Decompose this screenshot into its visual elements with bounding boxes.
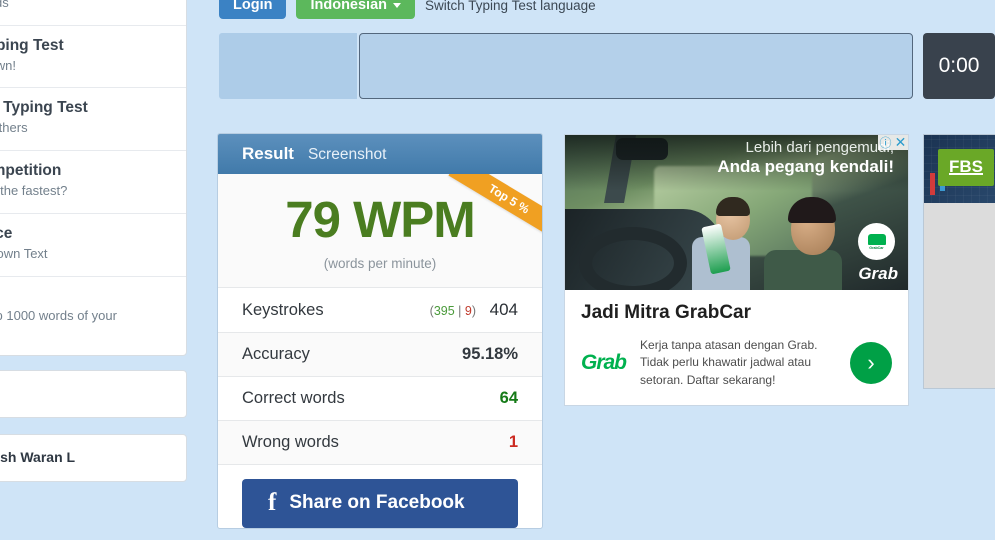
sidebar-item-subtitle: Create your own! [0, 57, 16, 73]
language-label: Indonesian [310, 0, 388, 13]
sidebar-user-card[interactable]: Bhuvanesh Waran L [0, 434, 187, 483]
sidebar-item-subtitle: Unlock the Top 1000 words of your langua… [0, 308, 117, 324]
ad-headline-2: Anda pegang kendali! [717, 157, 894, 176]
adchoices-info-icon[interactable]: ⓘ [878, 135, 893, 150]
ad-cta-arrow-button[interactable]: › [850, 342, 892, 385]
chevron-down-icon [393, 2, 402, 8]
sidebar-item-title: Multiplayer Typing Test [0, 99, 88, 117]
table-row: Wrong words 1 [218, 420, 542, 464]
ad-description: Kerja tanpa atasan dengan Grab. Tidak pe… [640, 338, 818, 387]
wpm-caption: (words per minute) [323, 256, 437, 271]
grab-watermark: Grab [858, 264, 898, 283]
keystrokes-correct: 395 [433, 304, 455, 318]
wpm-block: Top 5 % 79 WPM (words per minute) [218, 174, 542, 287]
sidebar-item-custom-typing-test[interactable]: Custom Typing Test Create your own! [0, 26, 186, 89]
sidebar-login-card[interactable]: Login [0, 370, 187, 419]
table-row: Accuracy 95.18% [218, 332, 542, 376]
login-button[interactable]: Login [219, 0, 287, 20]
result-tabs: Result Screenshot [218, 134, 542, 174]
sidebar-user-name: Bhuvanesh Waran L [0, 448, 76, 465]
sidebar-item-subtitle: Practice your own Text [0, 245, 48, 261]
sidebar-item-subtitle: Top 1000 words [0, 0, 9, 10]
row-value-group: (395 | 9) 404 [430, 300, 518, 320]
language-dropdown-button[interactable]: Indonesian [296, 0, 416, 20]
sidebar-item-title: Typing Competition [0, 162, 62, 180]
timer-display: 0:00 [923, 33, 995, 99]
share-on-facebook-button[interactable]: f Share on Facebook [242, 479, 518, 528]
ad-controls: ⓘ ✕ [878, 135, 908, 150]
correct-words-value: 64 [499, 389, 518, 407]
ad-body: Jadi Mitra GrabCar Grab Kerja tanpa atas… [565, 290, 908, 405]
advertisement-fbs[interactable]: FBS [923, 134, 995, 389]
facebook-icon: f [268, 489, 277, 516]
grabcar-badge-label: GrabCar [869, 245, 884, 250]
car-icon [867, 233, 886, 245]
ad-content-row: Grab Kerja tanpa atasan dengan Grab. Tid… [581, 337, 892, 389]
ad-headline-1: Lebih dari pengemudi, [745, 139, 894, 156]
ad-steering-wheel [578, 227, 687, 290]
fbs-banner-image: FBS [924, 135, 995, 203]
fbs-banner-body [924, 203, 995, 388]
sidebar-item-title: Top 1000 [0, 288, 172, 306]
typing-text-pane [219, 33, 357, 99]
row-label: Accuracy [242, 345, 310, 363]
typing-input[interactable] [359, 33, 913, 99]
sidebar-item-top-1000[interactable]: Top 1000 Unlock the Top 1000 words of yo… [0, 277, 186, 356]
keystrokes-wrong: 9 [464, 304, 472, 318]
keystrokes-total: 404 [489, 300, 518, 319]
result-panel: Result Screenshot Top 5 % 79 WPM (words … [217, 133, 543, 529]
sidebar-item-title: Text Practice [0, 224, 13, 242]
sidebar: Top 1000 Typing Test (partial) Top 1000 … [0, 0, 187, 483]
table-row: Keystrokes (395 | 9) 404 [218, 287, 542, 332]
sidebar-item-top-1000-typing-test[interactable]: Top 1000 Typing Test (partial) Top 1000 … [0, 0, 186, 26]
accuracy-value: 95.18% [462, 345, 518, 363]
sidebar-item-typing-competition[interactable]: Typing Competition Who can type the fast… [0, 151, 186, 214]
advertisement-grabcar[interactable]: Lebih dari pengemudi, Anda pegang kendal… [564, 134, 909, 407]
sidebar-item-subtitle: Play against others [0, 120, 28, 136]
keystrokes-detail: (395 | 9) [429, 304, 477, 318]
row-label: Correct words [242, 389, 345, 407]
table-row: Correct words 64 [218, 376, 542, 420]
sidebar-nav-card: Top 1000 Typing Test (partial) Top 1000 … [0, 0, 187, 357]
keystrokes-separator: | [458, 304, 462, 318]
ad-driver-body [763, 249, 842, 290]
typing-area: 0:00 [219, 33, 995, 99]
sidebar-item-title: Custom Typing Test [0, 36, 64, 54]
sidebar-item-multiplayer-typing-test[interactable]: Multiplayer Typing Test Play against oth… [0, 88, 186, 152]
row-label: Wrong words [242, 433, 339, 451]
close-icon[interactable]: ✕ [893, 135, 908, 150]
share-label: Share on Facebook [289, 492, 465, 514]
switch-language-note: Switch Typing Test language [425, 0, 596, 13]
chart-bar [930, 173, 935, 195]
tab-screenshot[interactable]: Screenshot [308, 146, 386, 164]
share-section: f Share on Facebook [218, 464, 542, 528]
grab-logo: Grab [581, 351, 627, 375]
sidebar-item-text-practice[interactable]: Text Practice Practice your own Text [0, 214, 186, 277]
fbs-logo-text: FBS [949, 157, 983, 176]
row-label: Keystrokes [242, 300, 324, 319]
fbs-logo: FBS [938, 149, 994, 186]
wrong-words-value: 1 [508, 433, 518, 451]
grabcar-badge: GrabCar [858, 223, 895, 260]
topbar: Login Indonesian Switch Typing Test lang… [219, 0, 596, 22]
ad-image: Lebih dari pengemudi, Anda pegang kendal… [565, 135, 908, 290]
ad-title: Jadi Mitra GrabCar [581, 302, 751, 323]
tab-result[interactable]: Result [242, 144, 294, 164]
sidebar-item-subtitle: Who can type the fastest? [0, 182, 68, 198]
